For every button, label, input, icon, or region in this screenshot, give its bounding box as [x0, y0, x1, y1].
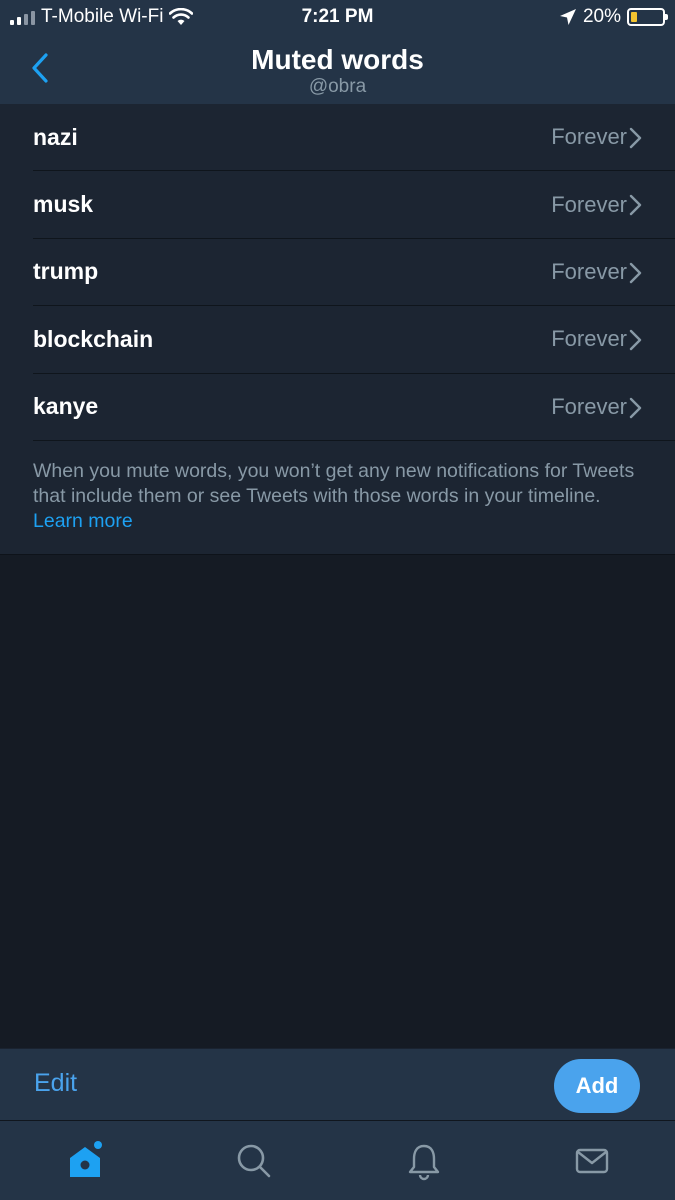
status-bar: T-Mobile Wi-Fi 7:21 PM 20% — [0, 0, 675, 36]
action-bar: Edit Add — [0, 1048, 675, 1120]
muted-word: blockchain — [33, 325, 154, 352]
muted-word-row[interactable]: trump Forever — [33, 239, 675, 307]
muted-word: kanye — [33, 393, 99, 420]
screen: T-Mobile Wi-Fi 7:21 PM 20% Muted words @… — [0, 0, 675, 1200]
info-note: When you mute words, you won’t get any n… — [33, 459, 635, 534]
battery-fill — [631, 12, 637, 22]
learn-more-link[interactable]: Learn more — [33, 510, 133, 532]
mute-duration: Forever — [551, 393, 627, 419]
home-icon — [70, 1141, 102, 1177]
battery-icon — [627, 8, 668, 26]
muted-word-row[interactable]: blockchain Forever — [33, 306, 675, 374]
mute-duration: Forever — [551, 258, 627, 284]
account-handle: @obra — [308, 76, 367, 97]
chevron-right-icon — [629, 195, 642, 216]
notifications-icon — [408, 1144, 440, 1181]
muted-word: musk — [33, 191, 94, 218]
status-right: 20% — [559, 6, 668, 28]
mute-duration: Forever — [551, 326, 627, 352]
search-icon — [237, 1144, 271, 1178]
muted-words-list: nazi Forever musk Forever trump Forever … — [0, 104, 675, 555]
top-header: T-Mobile Wi-Fi 7:21 PM 20% Muted words @… — [0, 0, 675, 104]
chevron-right-icon — [629, 397, 642, 418]
info-text: When you mute words, you won’t get any n… — [33, 460, 635, 507]
muted-word-row[interactable]: musk Forever — [33, 171, 675, 239]
tab-messages[interactable] — [570, 1139, 614, 1183]
chevron-right-icon — [629, 127, 642, 149]
tab-bar — [0, 1120, 675, 1200]
messages-icon — [575, 1148, 609, 1174]
chevron-right-icon — [629, 262, 642, 283]
tab-home[interactable] — [64, 1139, 108, 1183]
tab-notifications[interactable] — [402, 1139, 446, 1183]
muted-word: nazi — [33, 123, 78, 150]
location-arrow-icon — [559, 9, 576, 25]
add-button[interactable]: Add — [554, 1059, 640, 1113]
chevron-right-icon — [629, 329, 642, 351]
muted-word-row[interactable]: nazi Forever — [33, 104, 675, 172]
page-title: Muted words — [251, 44, 424, 75]
nav-bar: Muted words @obra — [0, 36, 675, 104]
battery-percent: 20% — [582, 6, 621, 27]
mute-duration: Forever — [551, 124, 627, 150]
tab-search[interactable] — [232, 1139, 276, 1183]
mute-duration: Forever — [551, 191, 627, 217]
muted-word-row[interactable]: kanye Forever — [33, 374, 675, 441]
edit-button[interactable]: Edit — [34, 1069, 77, 1098]
muted-word: trump — [33, 258, 99, 285]
